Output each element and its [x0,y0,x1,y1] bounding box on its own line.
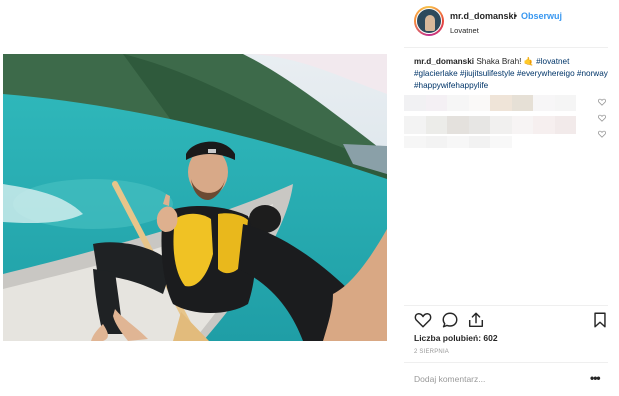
blurred-comment [404,136,512,148]
comment-input[interactable] [414,374,574,384]
heart-icon[interactable] [598,114,606,122]
blurred-comment [404,116,576,134]
heart-icon[interactable] [598,130,606,138]
kayak-selfie-image [3,54,387,341]
post-caption: mr.d_domanski Shaka Brah! 🤙 #lovatnet #g… [414,56,610,92]
comment-icon[interactable] [441,311,459,329]
caption-username[interactable]: mr.d_domanski [414,57,474,66]
post-header: mr.d_domanski • Obserwuj Lovatnet [404,0,608,48]
heart-icon[interactable] [414,311,432,329]
post-date: 2 SIERPNIA [414,349,450,355]
post-photo[interactable] [3,54,387,341]
separator-dot: • [514,11,518,21]
heart-icon[interactable] [598,98,606,106]
bookmark-icon[interactable] [591,311,609,329]
share-icon[interactable] [467,311,485,329]
follow-button[interactable]: Obserwuj [521,11,562,21]
avatar[interactable] [414,6,444,36]
blurred-comment [404,95,576,111]
more-options-button[interactable]: ••• [590,371,601,385]
likes-count[interactable]: Liczba polubień: 602 [414,333,498,343]
location-link[interactable]: Lovatnet [450,26,479,35]
action-bar [404,305,608,331]
caption-text: Shaka Brah! 🤙 [476,57,534,66]
username-link[interactable]: mr.d_domanski [450,11,516,21]
comment-bar: ••• [404,362,608,396]
